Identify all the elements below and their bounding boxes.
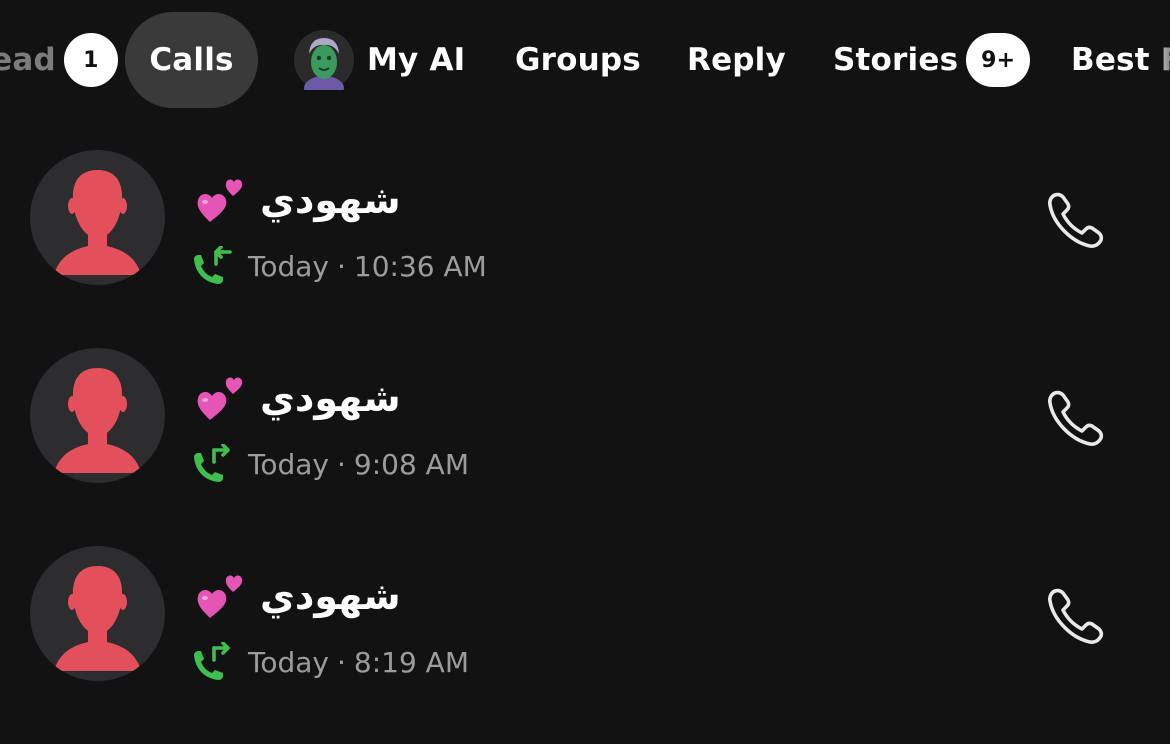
- default-person-icon: [54, 566, 141, 671]
- call-time: 9:08 AM: [353, 447, 469, 481]
- calls-screen: Unread 1 Calls My AI Groups Reply: [0, 0, 1170, 744]
- my-ai-avatar-icon: [294, 30, 354, 90]
- call-back-button[interactable]: [1040, 184, 1112, 256]
- tab-my-ai-label: My AI: [367, 42, 466, 78]
- phone-icon: [1048, 192, 1104, 248]
- tab-groups[interactable]: Groups: [515, 12, 641, 108]
- call-row[interactable]: شهودي Today · 8:19 AM: [0, 546, 1170, 744]
- two-hearts-icon: [197, 179, 243, 222]
- call-day: Today: [248, 447, 329, 481]
- default-person-icon: [54, 170, 141, 275]
- call-day: Today: [248, 249, 329, 283]
- tab-calls-label: Calls: [149, 42, 234, 78]
- incoming-call-icon: [194, 246, 232, 284]
- avatar[interactable]: [30, 546, 165, 681]
- call-row[interactable]: شهودي Today · 9:08 AM: [0, 348, 1170, 546]
- tab-best-friends[interactable]: Best Fr: [1071, 12, 1170, 108]
- outgoing-call-icon: [194, 642, 230, 680]
- tab-calls[interactable]: Calls: [125, 12, 258, 108]
- call-time: 8:19 AM: [353, 645, 469, 679]
- tab-reply-label: Reply: [687, 42, 786, 78]
- tab-stories[interactable]: Stories 9+: [833, 12, 1031, 108]
- call-day: Today: [248, 645, 329, 679]
- separator-dot: ·: [336, 447, 346, 481]
- unread-count-badge: 1: [63, 33, 118, 87]
- two-hearts-icon: [197, 377, 243, 420]
- tab-reply[interactable]: Reply: [687, 12, 786, 108]
- phone-icon: [1048, 588, 1104, 644]
- call-meta: Today · 9:08 AM: [190, 444, 469, 484]
- call-meta: Today · 8:19 AM: [190, 642, 469, 682]
- contact-name-line: شهودي: [196, 172, 401, 228]
- stories-count-badge: 9+: [966, 33, 1031, 87]
- call-back-button[interactable]: [1040, 580, 1112, 652]
- tab-unread[interactable]: Unread 1: [0, 12, 118, 108]
- tab-best-friends-label: Best Fr: [1071, 42, 1170, 78]
- tab-my-ai[interactable]: My AI: [294, 12, 465, 108]
- contact-name-line: شهودي: [196, 568, 401, 624]
- avatar[interactable]: [30, 150, 165, 285]
- tab-stories-label: Stories: [833, 42, 959, 78]
- tab-groups-label: Groups: [515, 42, 641, 78]
- separator-dot: ·: [336, 249, 346, 283]
- phone-icon: [1048, 390, 1104, 446]
- filter-tabs: Unread 1 Calls My AI Groups Reply: [0, 12, 1170, 108]
- avatar[interactable]: [30, 348, 165, 483]
- contact-name: شهودي: [260, 574, 401, 618]
- separator-dot: ·: [336, 645, 346, 679]
- outgoing-call-icon: [194, 444, 230, 482]
- contact-name-line: شهودي: [196, 370, 401, 426]
- call-time: 10:36 AM: [353, 249, 487, 283]
- call-back-button[interactable]: [1040, 382, 1112, 454]
- two-hearts-icon: [197, 575, 243, 618]
- contact-name: شهودي: [260, 178, 401, 222]
- call-row[interactable]: شهودي Today · 10:36 AM: [0, 150, 1170, 348]
- contact-name: شهودي: [260, 376, 401, 420]
- call-meta: Today · 10:36 AM: [190, 246, 487, 286]
- default-person-icon: [54, 368, 141, 473]
- tab-unread-label: Unread: [0, 42, 56, 78]
